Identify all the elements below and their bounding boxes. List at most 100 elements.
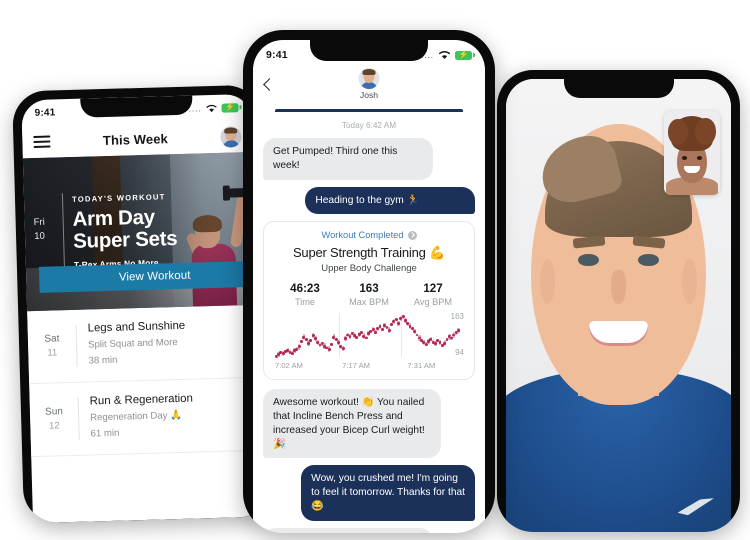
stat-avg-bpm-label: Avg BPM (413, 297, 453, 308)
chart-point (309, 339, 313, 343)
scrolled-bubble-edge (275, 109, 463, 112)
chart-y-max-label: 163 (450, 312, 464, 322)
chat-bubble-incoming: Awesome workout! 👏 You nailed that Incli… (263, 389, 442, 459)
list-item[interactable]: Sat 11 Legs and Sunshine Split Squat and… (27, 304, 260, 385)
left-status-time: 9:41 (34, 106, 56, 119)
list-item-day: Sat (44, 333, 60, 345)
phone-right-video-call (497, 70, 740, 532)
hero-date: Fri 10 (34, 216, 46, 244)
chart-point (337, 341, 340, 345)
chart-x-label-3: 7:31 AM (407, 361, 436, 371)
hero-day-num: 10 (34, 230, 46, 242)
chat-timestamp: Today 6:42 AM (341, 121, 397, 130)
hamburger-menu-icon[interactable] (33, 135, 51, 149)
chart-point (348, 335, 352, 339)
list-item-title: Run & Regeneration (89, 392, 194, 408)
stat-avg-bpm: 127 Avg BPM (401, 282, 465, 307)
chart-point (373, 330, 377, 334)
heart-rate-plot-area (274, 313, 463, 358)
stat-time-value: 46:23 (290, 282, 320, 296)
left-nav-bar: This Week (21, 119, 253, 159)
list-item-subtitle: Regeneration Day 🙏 (90, 409, 183, 424)
stat-time-label: Time (294, 297, 316, 308)
chart-point (457, 328, 460, 332)
chart-point (297, 345, 301, 349)
list-item-duration: 61 min (90, 427, 120, 440)
wifi-icon (438, 51, 451, 60)
todays-workout-card[interactable]: Fri 10 TODAY'S WORKOUT Arm Day Super Set… (22, 151, 258, 312)
battery-charging-icon: ⚡ (221, 102, 239, 113)
workout-stats: 46:23 Time 163 Max BPM 127 Avg BPM (273, 282, 465, 307)
list-item-divider (75, 324, 78, 367)
chart-x-label-1: 7:02 AM (275, 361, 303, 371)
chat-bubble-outgoing: Heading to the gym 🏃 (305, 186, 475, 215)
heart-rate-chart: 163 94 7:02 AM 7:17 AM 7:31 AM (273, 312, 465, 371)
left-phone-notch (80, 95, 193, 118)
picture-in-picture-video[interactable] (664, 111, 720, 195)
center-phone-screen: 9:41 .... ⚡ Josh Today 6:42 AM Get Pumpe… (253, 40, 485, 533)
workout-summary-card[interactable]: Workout Completed Super Strength Trainin… (263, 221, 475, 381)
chart-point (330, 342, 333, 346)
list-item-duration: 38 min (88, 354, 118, 367)
promo-composition: 9:41 .... ⚡ This Week Fri 10 TODAY'S WOR… (0, 0, 750, 540)
hero-day-abbr: Fri (33, 216, 45, 228)
stat-max-bpm-value: 163 (359, 282, 379, 296)
list-item-divider (77, 397, 80, 440)
left-status-indicators: .... ⚡ (189, 102, 239, 113)
chat-nav-bar: Josh (253, 68, 485, 112)
center-phone-notch (310, 40, 428, 61)
list-item-subtitle: Split Squat and More (87, 337, 178, 351)
wifi-icon (206, 104, 217, 112)
right-phone-screen (506, 79, 731, 532)
phone-left-schedule: 9:41 .... ⚡ This Week Fri 10 TODAY'S WOR… (12, 84, 272, 524)
workout-completed-label: Workout Completed (321, 230, 404, 241)
stat-time: 46:23 Time (273, 282, 337, 307)
chart-point (343, 337, 347, 340)
peer-avatar (358, 68, 380, 89)
list-item-date: Sun 12 (30, 396, 79, 443)
chat-bubble-incoming: Good to hear! I have another fun workout… (263, 527, 433, 533)
chart-point (341, 347, 345, 350)
page-title: This Week (102, 130, 169, 148)
chart-point (307, 341, 310, 345)
chat-bubble-incoming: Get Pumped! Third one this week! (263, 138, 433, 180)
list-item-day: Sun (44, 406, 64, 418)
avatar[interactable] (220, 125, 242, 148)
center-status-indicators: .... ⚡ (421, 50, 475, 60)
workout-card-title: Super Strength Training 💪 (292, 245, 446, 261)
chart-point (397, 321, 400, 325)
chart-point (364, 336, 368, 340)
back-chevron-icon[interactable] (263, 78, 276, 91)
list-item-info: Run & Regeneration Regeneration Day 🙏 61… (90, 391, 261, 442)
list-item-date: Sat 11 (28, 323, 77, 370)
weekly-schedule-list: Sat 11 Legs and Sunshine Split Squat and… (27, 304, 262, 458)
right-phone-notch (563, 79, 674, 98)
hero-title-line2: Super Sets (72, 227, 178, 254)
stat-avg-bpm-value: 127 (423, 282, 443, 296)
stat-max-bpm: 163 Max BPM (337, 282, 401, 307)
chart-point (327, 347, 331, 351)
list-item-daynum: 12 (48, 420, 60, 432)
left-phone-screen: 9:41 .... ⚡ This Week Fri 10 TODAY'S WOR… (21, 93, 263, 524)
chat-peer[interactable]: Josh (358, 68, 380, 100)
center-status-time: 9:41 (266, 49, 288, 61)
peer-name: Josh (359, 90, 379, 100)
chart-gridline (338, 313, 340, 358)
workout-completed-link[interactable]: Workout Completed (273, 230, 465, 240)
list-item-daynum: 11 (47, 347, 58, 359)
chart-point (387, 328, 391, 332)
stat-max-bpm-label: Max BPM (349, 297, 389, 308)
chat-thread[interactable]: Today 6:42 AM Get Pumped! Third one this… (253, 121, 485, 533)
chevron-right-circle-icon (407, 230, 417, 240)
list-item-info: Legs and Sunshine Split Squat and More 3… (87, 318, 258, 369)
chart-x-label-2: 7:17 AM (342, 361, 370, 371)
list-item-title: Legs and Sunshine (87, 319, 186, 335)
phone-center-chat: 9:41 .... ⚡ Josh Today 6:42 AM Get Pumpe… (243, 30, 495, 533)
chart-point (380, 327, 384, 331)
workout-card-subtitle: Upper Body Challenge (321, 263, 417, 275)
video-call-view[interactable] (506, 79, 731, 532)
battery-charging-icon: ⚡ (455, 50, 475, 60)
chart-point (300, 340, 303, 343)
list-item[interactable]: Sun 12 Run & Regeneration Regeneration D… (29, 377, 262, 458)
chart-point (443, 341, 447, 345)
